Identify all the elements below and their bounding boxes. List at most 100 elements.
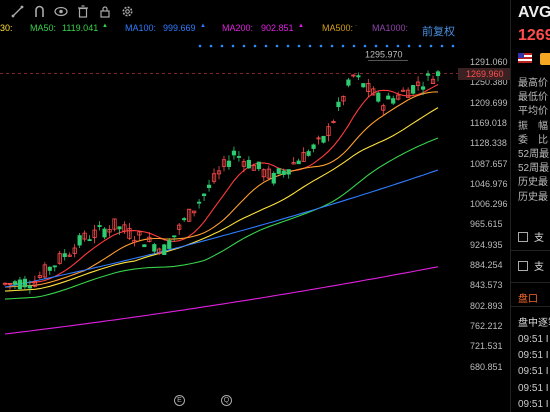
divider	[511, 306, 550, 307]
ma-legend: 30: MA50: 1119.041 ▲ MA100: 999.669 ▲ MA…	[0, 23, 462, 37]
stat-label: 52周最	[518, 149, 550, 161]
signal-dot	[352, 44, 356, 48]
quote-panel: AVGO 1269.96 最高价最低价平均价振 幅委 比52周最52周最历史最历…	[510, 0, 550, 412]
price-tick: 884.254	[470, 260, 503, 270]
ma50-label: MA50:	[30, 23, 57, 33]
tick-list: 09:51 I 09:51 I 09:51 I 09:51 I 09:51 I	[518, 332, 549, 412]
price-tick: 1006.296	[470, 199, 508, 210]
signal-dot	[297, 44, 301, 48]
price-tick: 1087.657	[470, 158, 508, 169]
candle-body	[47, 266, 52, 271]
candle-body	[281, 170, 286, 175]
candle-body	[231, 150, 237, 156]
signal-dot	[385, 44, 389, 48]
high-price-label: 1295.970	[365, 50, 403, 60]
candlestick-chart[interactable]: 1295.970	[0, 38, 462, 412]
support-label-1: 支	[534, 233, 544, 244]
support-label-2: 支	[534, 262, 544, 273]
signal-dot	[374, 44, 378, 48]
candle-body	[321, 135, 326, 143]
ma30-label: 30:	[0, 23, 13, 33]
candle-body	[97, 225, 102, 227]
candle-body	[256, 161, 261, 170]
candle-body	[425, 73, 431, 76]
price-tick: 802.893	[470, 300, 503, 311]
ma500-label: MA500:	[322, 23, 354, 33]
us-flag-icon	[518, 53, 532, 63]
stats-list: 最高价 最低价 平均价振 幅委 比 52周最 52周最 历史最 历史最	[518, 77, 549, 205]
ma100-value: 999.669	[163, 23, 196, 33]
tick-time: 09:51 I	[518, 350, 549, 362]
line-draw-icon[interactable]	[10, 4, 24, 18]
ma50-up-icon: ▲	[102, 23, 108, 29]
support-button-2[interactable]: 支	[518, 258, 544, 273]
price-tick: 924.935	[470, 239, 503, 250]
candle-body	[386, 95, 391, 100]
ma1000-label: MA1000:	[372, 23, 409, 33]
tick-by-tick-title: 盘中逐笔	[518, 318, 550, 329]
candle-body	[246, 159, 251, 169]
stat-label: 委 比	[518, 134, 548, 146]
settings-icon[interactable]	[120, 4, 134, 18]
ma100-up-icon: ▲	[200, 23, 206, 29]
order-book-tab[interactable]: 盘口	[518, 290, 538, 305]
tick-time: 09:51 I	[518, 398, 549, 410]
signal-dot	[396, 44, 400, 48]
candle-body	[201, 193, 207, 196]
quarter-event-icon[interactable]: Q	[221, 395, 232, 406]
candle-body	[162, 244, 167, 256]
signal-dot	[407, 44, 411, 48]
signal-dot	[418, 44, 422, 48]
stat-label: 平均价	[518, 106, 548, 118]
signal-dot	[209, 44, 213, 48]
tick-time: 09:51 I	[518, 366, 549, 378]
candle-body	[182, 218, 187, 221]
signal-dot	[242, 44, 246, 48]
current-price-tag: 1269.960	[458, 68, 510, 80]
candle-body	[52, 265, 57, 268]
signal-dot	[319, 44, 323, 48]
signal-dot	[231, 44, 235, 48]
signal-dot	[198, 44, 202, 48]
price-tick: 1169.018	[470, 117, 507, 128]
magnet-icon[interactable]	[32, 4, 46, 18]
candle-body	[411, 85, 416, 94]
price-tick: 1291.060	[470, 57, 508, 67]
candle-body	[167, 240, 172, 249]
divider	[511, 282, 550, 283]
price-tick: 721.531	[470, 341, 503, 352]
signal-dot	[253, 44, 257, 48]
candle-body	[271, 172, 276, 184]
candle-body	[286, 169, 291, 175]
chart-toolbar	[0, 0, 510, 22]
candle-body	[117, 226, 122, 230]
price-tick: 1128.338	[470, 138, 507, 149]
stat-label: 最低价	[518, 92, 548, 104]
ma200-value: 902.851	[261, 23, 294, 33]
divider	[511, 250, 550, 251]
candle-body	[361, 83, 366, 88]
candle-body	[12, 281, 18, 285]
lock-icon[interactable]	[98, 4, 112, 18]
candle-body	[172, 235, 177, 238]
ma200-label: MA200:	[222, 23, 254, 33]
candle-body	[152, 244, 157, 252]
price-tick: 1046.976	[470, 178, 508, 189]
tick-time: 09:51 I	[518, 382, 549, 394]
ma200-line	[4, 266, 439, 335]
price-tick: 843.573	[470, 280, 503, 291]
trash-icon[interactable]	[76, 4, 90, 18]
signal-dot	[451, 44, 455, 48]
adjust-mode-button[interactable]: 前复权	[422, 23, 455, 39]
earnings-event-icon[interactable]: E	[174, 395, 185, 406]
ma20-line	[4, 91, 439, 288]
candle-body	[376, 92, 381, 102]
eye-icon[interactable]	[54, 4, 68, 18]
tick-time: 09:51 I	[518, 334, 549, 345]
dollar-icon	[518, 232, 528, 242]
support-button-1[interactable]: 支	[518, 229, 544, 244]
lightning-icon	[540, 53, 550, 65]
signal-dot	[341, 44, 345, 48]
candle-body	[391, 98, 396, 104]
stat-label: 历史最	[518, 191, 548, 203]
